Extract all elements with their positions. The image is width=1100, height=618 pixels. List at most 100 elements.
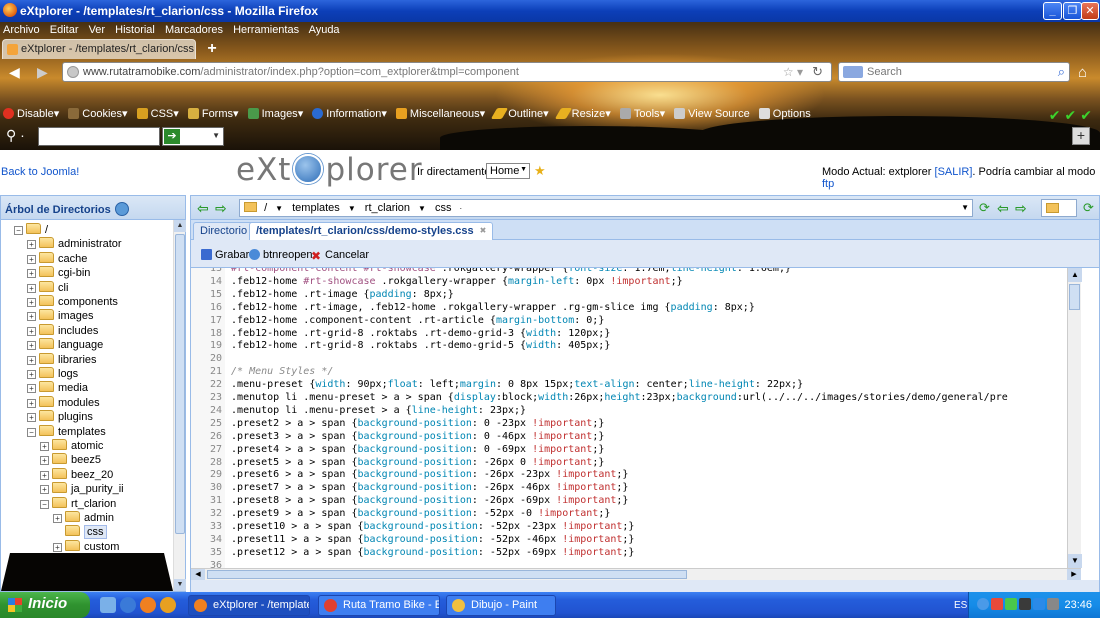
- ftp-link[interactable]: ftp: [822, 178, 834, 190]
- expand-icon[interactable]: +: [53, 557, 62, 566]
- code-line[interactable]: 24 .menutop li .menu-preset > a {line-he…: [191, 403, 1067, 417]
- menu-archivo[interactable]: Archivo: [3, 24, 40, 36]
- save-button[interactable]: Grabar: [201, 249, 249, 261]
- scroll-thumb[interactable]: [1069, 284, 1080, 310]
- start-button[interactable]: Inicio: [0, 592, 90, 618]
- tree-node[interactable]: − templates: [27, 424, 106, 439]
- internet-explorer-icon[interactable]: [120, 597, 136, 613]
- expand-icon[interactable]: +: [27, 370, 36, 379]
- taskbar-task-ruta-tramo[interactable]: Ruta Tramo Bike - ES...: [318, 595, 440, 616]
- close-tab-icon[interactable]: ✖: [480, 226, 487, 235]
- tree-node[interactable]: + plugins: [27, 410, 93, 424]
- wd-forms[interactable]: Forms▾: [187, 107, 239, 120]
- code-line[interactable]: 18 .feb12-home .rt-grid-8 .roktabs .rt-d…: [191, 326, 1067, 340]
- search-bar[interactable]: Search ⌕: [838, 62, 1070, 82]
- code-line[interactable]: 35 .preset12 > a > span {background-posi…: [191, 545, 1067, 559]
- expand-icon[interactable]: +: [27, 254, 36, 264]
- back-arrow-icon[interactable]: ⇦: [197, 200, 209, 217]
- close-button[interactable]: ✕: [1081, 2, 1099, 20]
- minimize-button[interactable]: _: [1043, 2, 1062, 20]
- code-line[interactable]: 36: [191, 558, 1067, 568]
- tree-node[interactable]: + fonts: [53, 569, 108, 583]
- reload-icon[interactable]: ⟳: [1083, 200, 1094, 216]
- collapse-icon[interactable]: −: [14, 226, 23, 235]
- show-desktop-icon[interactable]: [100, 597, 116, 613]
- expand-icon[interactable]: +: [53, 514, 62, 523]
- tree-node[interactable]: + admin: [53, 511, 114, 525]
- collapse-icon[interactable]: −: [27, 427, 36, 437]
- code-line[interactable]: 14 .feb12-home #rt-showcase .rokgallery-…: [191, 274, 1067, 288]
- validation-check-icons[interactable]: ✔✔✔: [1049, 107, 1096, 124]
- code-line[interactable]: 17 .feb12-home .component-content .rt-ar…: [191, 313, 1067, 327]
- code-line[interactable]: 33 .preset10 > a > span {background-posi…: [191, 520, 1067, 533]
- code-vertical-scrollbar[interactable]: ▲ ▼: [1067, 268, 1082, 568]
- expand-icon[interactable]: +: [27, 341, 36, 351]
- code-line[interactable]: 16 .feb12-home .rt-image, .feb12-home .r…: [191, 300, 1067, 314]
- maximize-button[interactable]: ❐: [1063, 2, 1082, 20]
- code-line[interactable]: 21 /* Menu Styles */: [191, 365, 1067, 379]
- tree-node[interactable]: + custom: [53, 539, 119, 553]
- code-line[interactable]: 15 .feb12-home .rt-image {padding: 8px;}: [191, 287, 1067, 301]
- expand-icon[interactable]: +: [27, 269, 36, 279]
- expand-icon[interactable]: +: [27, 398, 36, 408]
- tree-node[interactable]: − /: [14, 223, 48, 237]
- add-toolbar-button[interactable]: +: [1072, 127, 1090, 145]
- taskbar-task-extplorer[interactable]: eXtplorer - /template...: [188, 595, 310, 616]
- expand-icon[interactable]: +: [27, 312, 36, 322]
- back-to-joomla-link[interactable]: Back to Joomla!: [1, 166, 79, 178]
- firefox-icon[interactable]: [140, 597, 156, 613]
- menu-herramientas[interactable]: Herramientas: [233, 24, 299, 36]
- wd-view-source[interactable]: View Source: [674, 108, 750, 120]
- wd-cookies[interactable]: Cookies▾: [68, 107, 128, 120]
- find-go-select[interactable]: ➔ ▼: [162, 127, 224, 146]
- code-line[interactable]: 25 .preset2 > a > span {background-posit…: [191, 416, 1067, 430]
- tray-app-icon[interactable]: [1019, 598, 1031, 610]
- code-line[interactable]: 28 .preset5 > a > span {background-posit…: [191, 455, 1067, 469]
- tree-node[interactable]: + cli: [27, 280, 68, 295]
- tray-volume-icon[interactable]: [1047, 598, 1059, 610]
- go-arrow-icon[interactable]: ➔: [164, 129, 180, 144]
- find-input[interactable]: [38, 127, 160, 146]
- tray-bluetooth-icon[interactable]: [1033, 598, 1045, 610]
- new-tab-button[interactable]: +: [201, 40, 223, 58]
- code-line[interactable]: 20: [191, 352, 1067, 366]
- code-line[interactable]: 34 .preset11 > a > span {background-posi…: [191, 532, 1067, 546]
- tab-directorio[interactable]: Directorio: [193, 222, 255, 240]
- code-line[interactable]: 29 .preset6 > a > span {background-posit…: [191, 468, 1067, 482]
- tree-node[interactable]: + atomic: [40, 439, 103, 453]
- expand-icon[interactable]: +: [27, 413, 36, 423]
- taskbar-task-paint[interactable]: Dibujo - Paint: [446, 595, 556, 616]
- find-search-icon[interactable]: ⚲ ·: [6, 127, 25, 144]
- menu-editar[interactable]: Editar: [50, 24, 79, 36]
- wd-tools[interactable]: Tools▾: [619, 107, 665, 120]
- code-horizontal-scrollbar[interactable]: ◀ ▶: [191, 568, 1081, 581]
- tray-antivirus-icon[interactable]: [991, 598, 1003, 610]
- back-arrow-icon[interactable]: ⇦: [997, 200, 1009, 217]
- menu-ver[interactable]: Ver: [89, 24, 106, 36]
- scroll-thumb[interactable]: [207, 570, 687, 579]
- tree-node[interactable]: + beez5: [40, 453, 101, 467]
- ir-directamente-select[interactable]: Home ▼: [486, 163, 530, 179]
- forward-arrow-icon[interactable]: ⇨: [1015, 200, 1027, 217]
- tree-node[interactable]: + beez_20: [40, 467, 113, 482]
- tree-node[interactable]: css: [53, 525, 107, 540]
- reload-icon[interactable]: ↻: [812, 64, 823, 80]
- tree-node[interactable]: + logs: [27, 367, 78, 381]
- expand-icon[interactable]: +: [40, 485, 49, 495]
- scroll-up-icon[interactable]: ▲: [174, 220, 186, 232]
- menu-marcadores[interactable]: Marcadores: [165, 24, 223, 36]
- favorite-star-icon[interactable]: ★: [534, 163, 546, 179]
- expand-icon[interactable]: +: [27, 326, 36, 336]
- code-line[interactable]: 19 .feb12-home .rt-grid-8 .roktabs .rt-d…: [191, 339, 1067, 353]
- firefox-alt-icon[interactable]: [160, 597, 176, 613]
- forward-arrow-icon[interactable]: ⇨: [215, 200, 227, 217]
- code-line[interactable]: 30 .preset7 > a > span {background-posit…: [191, 481, 1067, 495]
- wd-css[interactable]: CSS▾: [136, 107, 179, 120]
- tree-node[interactable]: + images: [27, 309, 93, 323]
- wd-information[interactable]: Information▾: [312, 107, 387, 120]
- tree-node[interactable]: + components: [27, 295, 118, 309]
- path-segment[interactable]: css: [435, 202, 452, 214]
- path-segment[interactable]: rt_clarion: [365, 202, 410, 214]
- browser-tab[interactable]: eXtplorer - /templates/rt_clarion/css: [2, 39, 196, 59]
- wd-disable[interactable]: Disable▾: [3, 107, 59, 120]
